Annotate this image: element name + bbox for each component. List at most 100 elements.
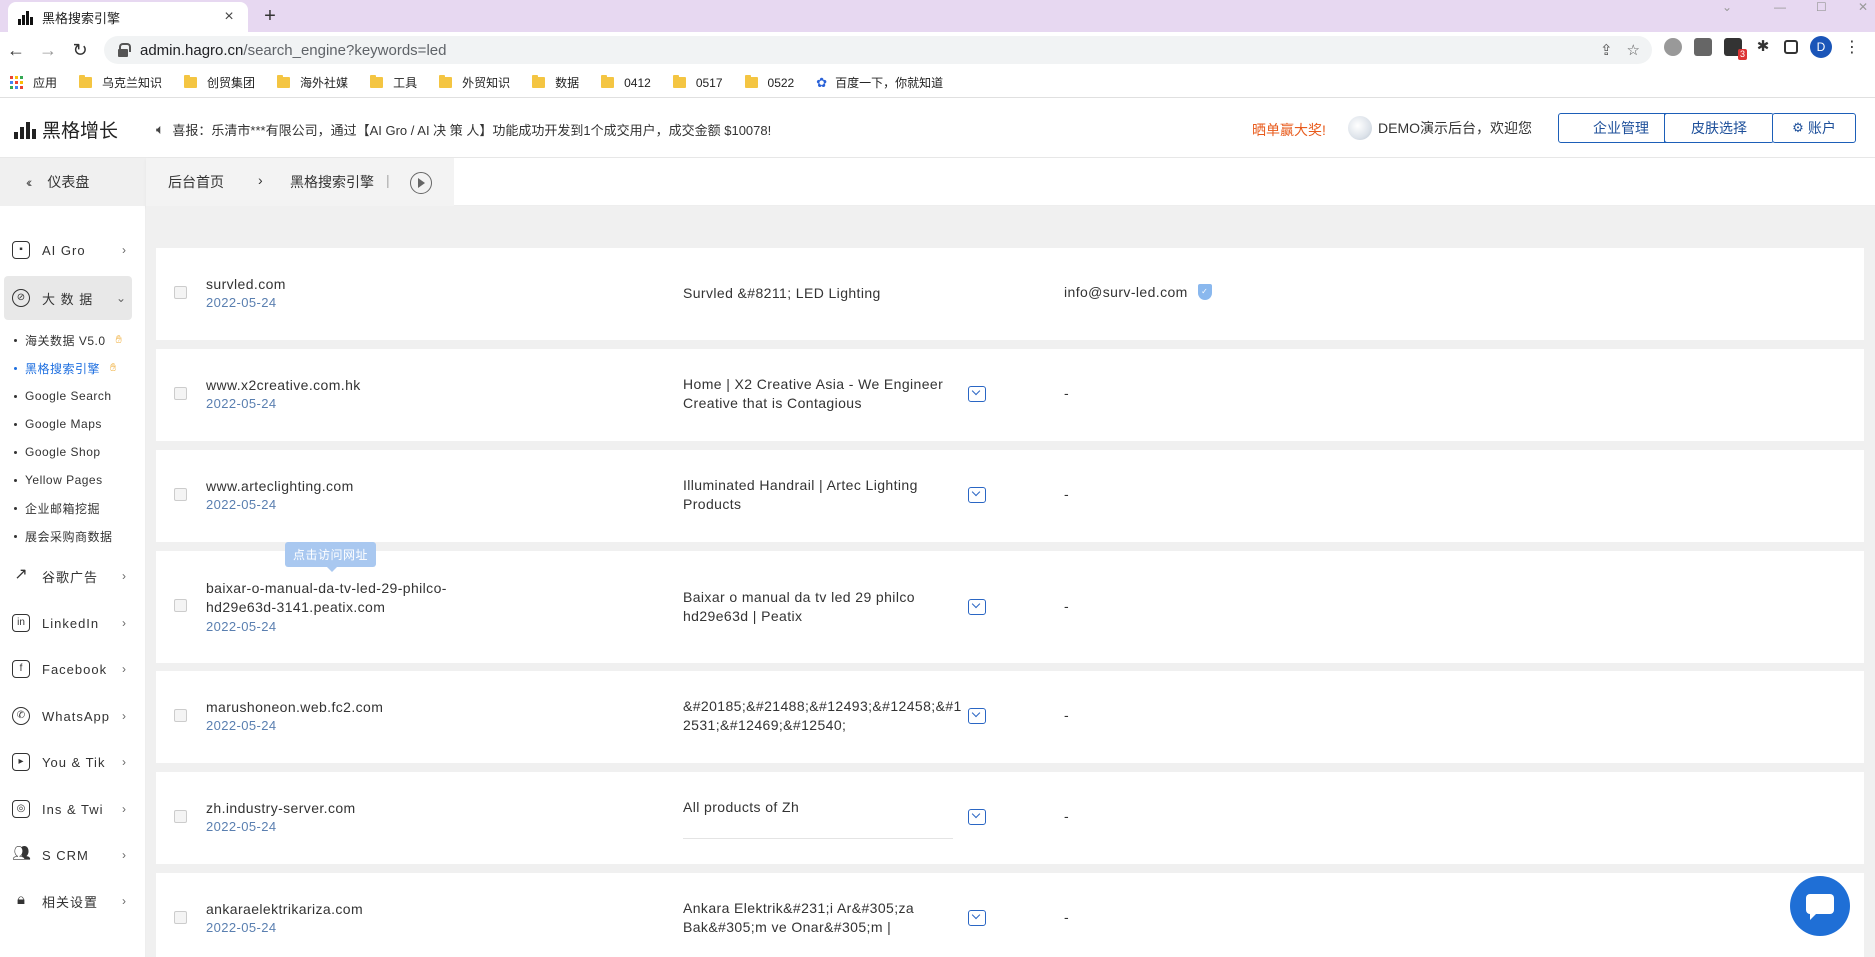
forward-arrow-icon[interactable]: →	[36, 38, 60, 62]
result-date: 2022-05-24	[206, 718, 277, 733]
bookmarks-bar: 应用 乌克兰知识 创贸集团 海外社媒 工具 外贸知识 数据 0412 0517 …	[0, 68, 1875, 98]
dashboard-toggle[interactable]: ‹‹ 仪表盘	[0, 158, 146, 206]
result-title: Ankara Elektrik&#231;i Ar&#305;za Bak&#3…	[683, 900, 915, 935]
back-arrow-icon[interactable]: ←	[4, 38, 28, 62]
expand-icon[interactable]	[968, 708, 986, 724]
maximize-icon[interactable]: ☐	[1816, 0, 1827, 14]
sidebar-item-instagram-twitter[interactable]: ◎ Ins & Twi ›	[4, 789, 132, 829]
breadcrumb-pipe: |	[386, 172, 390, 188]
facebook-icon: f	[12, 660, 30, 678]
tab-close-icon[interactable]: ×	[220, 8, 238, 26]
sidebar-item-google-ads[interactable]: ↗ 谷歌广告 ›	[4, 556, 132, 596]
sidebar: ‹‹ 仪表盘 ▪ AI Gro › ⊘ 大 数 据 ⌄ 海关数据 V5.0 ✋︎ …	[0, 158, 146, 957]
browser-titlebar: 黑格搜索引擎 × + ⌄ — ☐ ✕	[0, 0, 1875, 32]
sidebar-subitem-google-maps[interactable]: Google Maps	[14, 414, 102, 434]
result-title: Survled &#8211; LED Lighting	[683, 285, 881, 301]
lock-icon: 🔒︎	[17, 891, 25, 908]
sidebar-item-crm[interactable]: 👥︎ S CRM ›	[4, 835, 132, 875]
welcome-area: DEMO演示后台，欢迎您	[1348, 116, 1532, 140]
app-logo[interactable]: 黑格增长	[14, 116, 118, 143]
expand-icon[interactable]	[968, 487, 986, 503]
more-menu-icon[interactable]: ⋮	[1844, 37, 1860, 57]
sidebar-subitem-expo-buyers[interactable]: 展会采购商数据	[14, 526, 113, 546]
extension-icon[interactable]	[1694, 38, 1712, 56]
result-domain[interactable]: www.arteclighting.com	[206, 477, 486, 496]
chevron-right-icon: ›	[122, 709, 126, 723]
bookmark-apps[interactable]: 应用	[10, 74, 57, 91]
row-checkbox[interactable]	[174, 810, 187, 823]
apps-grid-icon	[10, 76, 23, 89]
reload-icon[interactable]: ↻	[68, 38, 92, 62]
result-title: All products of Zh	[683, 799, 800, 815]
sidebar-subitem-email-mining[interactable]: 企业邮箱挖掘	[14, 498, 100, 518]
skin-select-button[interactable]: 皮肤选择	[1664, 113, 1774, 143]
new-tab-button[interactable]: +	[256, 4, 284, 28]
folder-icon	[277, 75, 291, 88]
bookmark-baidu[interactable]: ✿ 百度一下，你就知道	[816, 74, 943, 91]
browser-tab[interactable]: 黑格搜索引擎 ×	[8, 2, 248, 32]
sidepanel-icon[interactable]	[1784, 40, 1798, 54]
result-domain[interactable]: www.x2creative.com.hk	[206, 376, 486, 395]
breadcrumb-current[interactable]: 黑格搜索引擎	[290, 172, 374, 192]
profile-avatar[interactable]: D	[1810, 36, 1832, 58]
breadcrumb-home[interactable]: 后台首页	[168, 172, 224, 192]
puzzle-icon[interactable]: ✱	[1754, 38, 1772, 56]
extension-icon[interactable]: 3	[1724, 38, 1747, 60]
expand-icon[interactable]	[968, 599, 986, 615]
extension-icon[interactable]	[1664, 38, 1682, 56]
result-domain[interactable]: zh.industry-server.com	[206, 799, 486, 818]
promo-link[interactable]: 晒单赢大奖!	[1252, 120, 1326, 140]
bookmark-folder[interactable]: 数据	[532, 74, 579, 91]
row-checkbox[interactable]	[174, 387, 187, 400]
sidebar-item-settings[interactable]: 🔒︎ 相关设置 ›	[4, 881, 132, 921]
chevron-right-icon: ›	[122, 616, 126, 630]
share-icon[interactable]: ⇪	[1600, 41, 1613, 59]
sidebar-item-facebook[interactable]: f Facebook ›	[4, 649, 132, 689]
bookmark-folder[interactable]: 外贸知识	[439, 74, 510, 91]
bookmark-star-icon[interactable]: ☆	[1627, 41, 1640, 59]
result-domain[interactable]: ankaraelektrikariza.com	[206, 900, 486, 919]
row-checkbox[interactable]	[174, 709, 187, 722]
result-domain[interactable]: survled.com	[206, 275, 486, 294]
close-window-icon[interactable]: ✕	[1858, 0, 1868, 14]
sidebar-item-linkedin[interactable]: in LinkedIn ›	[4, 603, 132, 643]
chevron-down-icon[interactable]: ⌄	[1722, 0, 1732, 14]
account-button[interactable]: ⚙ 账户	[1772, 113, 1856, 143]
bookmark-folder[interactable]: 0412	[601, 75, 651, 90]
folder-icon	[744, 75, 758, 88]
hand-icon: ✋︎	[110, 361, 117, 374]
sidebar-item-youtube-tiktok[interactable]: ▸ You & Tik ›	[4, 742, 132, 782]
bookmark-folder[interactable]: 乌克兰知识	[79, 74, 162, 91]
sidebar-subitem-search-engine[interactable]: 黑格搜索引擎 ✋︎	[14, 358, 117, 378]
sidebar-subitem-yellow-pages[interactable]: Yellow Pages	[14, 470, 103, 490]
sidebar-item-ai-gro[interactable]: ▪ AI Gro ›	[4, 230, 132, 270]
expand-icon[interactable]	[968, 386, 986, 402]
expand-icon[interactable]	[968, 910, 986, 926]
result-domain[interactable]: marushoneon.web.fc2.com	[206, 698, 486, 717]
chevron-right-icon: ›	[122, 662, 126, 676]
list-item: www.arteclighting.com 2022-05-24 Illumin…	[156, 450, 1864, 542]
expand-icon[interactable]	[968, 809, 986, 825]
sidebar-item-big-data[interactable]: ⊘ 大 数 据 ⌄	[4, 276, 132, 320]
address-bar[interactable]: admin.hagro.cn/search_engine?keywords=le…	[104, 36, 1652, 64]
minimize-icon[interactable]: —	[1774, 0, 1786, 14]
bookmark-folder[interactable]: 0522	[744, 75, 794, 90]
sidebar-subitem-google-search[interactable]: Google Search	[14, 386, 112, 406]
bookmark-folder[interactable]: 0517	[672, 75, 723, 90]
list-item: ankaraelektrikariza.com 2022-05-24 Ankar…	[156, 873, 1864, 957]
bookmark-folder[interactable]: 创贸集团	[184, 74, 255, 91]
sidebar-subitem-google-shop[interactable]: Google Shop	[14, 442, 101, 462]
result-title: Illuminated Handrail | Artec Lighting Pr…	[683, 477, 918, 512]
result-date: 2022-05-24	[206, 619, 277, 634]
bookmark-folder[interactable]: 海外社媒	[277, 74, 348, 91]
sidebar-item-whatsapp[interactable]: ✆ WhatsApp ›	[4, 696, 132, 736]
row-checkbox[interactable]	[174, 286, 187, 299]
play-circle-icon[interactable]	[410, 172, 432, 194]
bookmark-folder[interactable]: 工具	[370, 74, 417, 91]
row-checkbox[interactable]	[174, 911, 187, 924]
row-checkbox[interactable]	[174, 599, 187, 612]
sidebar-subitem-customs-data[interactable]: 海关数据 V5.0 ✋︎	[14, 330, 122, 350]
result-domain[interactable]: baixar-o-manual-da-tv-led-29-philco-hd29…	[206, 579, 506, 617]
row-checkbox[interactable]	[174, 488, 187, 501]
chat-button[interactable]	[1790, 876, 1850, 936]
